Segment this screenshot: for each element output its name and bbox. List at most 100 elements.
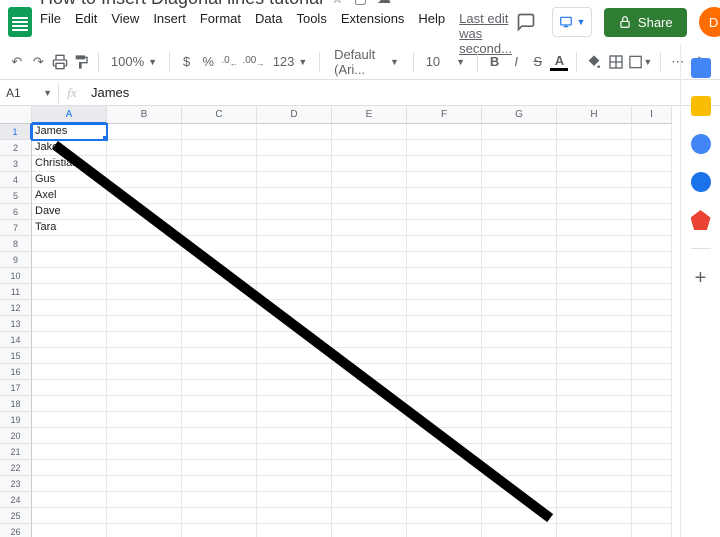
cell[interactable]: [482, 252, 557, 268]
cell[interactable]: [557, 364, 632, 380]
cell[interactable]: [632, 460, 672, 476]
row-header[interactable]: 23: [0, 476, 32, 492]
cell[interactable]: [482, 284, 557, 300]
cell[interactable]: [482, 428, 557, 444]
row-header[interactable]: 15: [0, 348, 32, 364]
name-box[interactable]: A1▼: [0, 86, 58, 100]
cell[interactable]: [407, 140, 482, 156]
cell[interactable]: [632, 140, 672, 156]
column-header[interactable]: F: [407, 106, 482, 124]
cell[interactable]: [32, 364, 107, 380]
cell[interactable]: [182, 508, 257, 524]
cell[interactable]: [257, 364, 332, 380]
cell[interactable]: [107, 252, 182, 268]
cell[interactable]: [32, 236, 107, 252]
zoom-dropdown[interactable]: 100%▼: [107, 54, 161, 69]
cell[interactable]: [32, 268, 107, 284]
font-size-dropdown[interactable]: 10▼: [422, 54, 469, 69]
column-header[interactable]: C: [182, 106, 257, 124]
cell[interactable]: [257, 188, 332, 204]
row-header[interactable]: 4: [0, 172, 32, 188]
cell[interactable]: [332, 188, 407, 204]
cell[interactable]: [407, 348, 482, 364]
cell[interactable]: [182, 492, 257, 508]
column-header[interactable]: E: [332, 106, 407, 124]
cell[interactable]: [632, 524, 672, 537]
cell[interactable]: [632, 428, 672, 444]
cell[interactable]: [182, 444, 257, 460]
cell[interactable]: [182, 124, 257, 140]
cell[interactable]: [407, 188, 482, 204]
cell[interactable]: [557, 172, 632, 188]
cell[interactable]: [332, 172, 407, 188]
cell[interactable]: [257, 220, 332, 236]
cell[interactable]: [32, 460, 107, 476]
cell[interactable]: [32, 284, 107, 300]
cell[interactable]: [32, 252, 107, 268]
move-icon[interactable]: ▢: [354, 0, 367, 7]
row-header[interactable]: 11: [0, 284, 32, 300]
cell[interactable]: [107, 412, 182, 428]
select-all-corner[interactable]: [0, 106, 32, 124]
cell[interactable]: [107, 380, 182, 396]
cell[interactable]: [257, 412, 332, 428]
cell[interactable]: [182, 396, 257, 412]
cell[interactable]: [182, 220, 257, 236]
cell[interactable]: [332, 204, 407, 220]
cell[interactable]: [557, 476, 632, 492]
cell[interactable]: [482, 124, 557, 140]
cell[interactable]: [407, 220, 482, 236]
cell[interactable]: [407, 332, 482, 348]
cell[interactable]: [257, 396, 332, 412]
cell[interactable]: [632, 236, 672, 252]
star-icon[interactable]: ☆: [331, 0, 344, 7]
cell[interactable]: [182, 156, 257, 172]
cell[interactable]: [257, 268, 332, 284]
cell[interactable]: [632, 172, 672, 188]
cell[interactable]: [557, 268, 632, 284]
row-header[interactable]: 22: [0, 460, 32, 476]
cell[interactable]: [557, 252, 632, 268]
cell[interactable]: [332, 300, 407, 316]
cell[interactable]: [257, 444, 332, 460]
cell[interactable]: [407, 396, 482, 412]
cell[interactable]: [407, 252, 482, 268]
cell[interactable]: [332, 412, 407, 428]
cell[interactable]: [482, 172, 557, 188]
add-addon-icon[interactable]: +: [695, 267, 707, 290]
contacts-icon[interactable]: [691, 172, 711, 192]
cell[interactable]: [32, 476, 107, 492]
row-header[interactable]: 20: [0, 428, 32, 444]
cell[interactable]: [257, 236, 332, 252]
cell[interactable]: [557, 156, 632, 172]
menu-help[interactable]: Help: [418, 11, 445, 56]
cell[interactable]: [482, 444, 557, 460]
cell[interactable]: [32, 332, 107, 348]
avatar[interactable]: D: [699, 7, 720, 37]
comments-icon[interactable]: [512, 8, 540, 36]
cell[interactable]: [107, 396, 182, 412]
cell[interactable]: [407, 380, 482, 396]
formula-input[interactable]: James: [85, 85, 129, 100]
decrease-decimal-button[interactable]: .0←: [221, 50, 239, 74]
cell[interactable]: [407, 364, 482, 380]
cell[interactable]: [482, 220, 557, 236]
menu-view[interactable]: View: [111, 11, 139, 56]
row-header[interactable]: 24: [0, 492, 32, 508]
cell[interactable]: [257, 284, 332, 300]
cell[interactable]: [257, 124, 332, 140]
keep-icon[interactable]: [691, 96, 711, 116]
cell[interactable]: [107, 124, 182, 140]
cell[interactable]: [557, 492, 632, 508]
cell[interactable]: [482, 236, 557, 252]
cell[interactable]: [632, 124, 672, 140]
font-dropdown[interactable]: Default (Ari...▼: [328, 47, 405, 77]
cell[interactable]: [407, 172, 482, 188]
cell[interactable]: [632, 252, 672, 268]
cell[interactable]: [182, 380, 257, 396]
row-header[interactable]: 14: [0, 332, 32, 348]
cell[interactable]: [557, 428, 632, 444]
row-header[interactable]: 7: [0, 220, 32, 236]
cell[interactable]: [407, 524, 482, 537]
cell[interactable]: [407, 508, 482, 524]
